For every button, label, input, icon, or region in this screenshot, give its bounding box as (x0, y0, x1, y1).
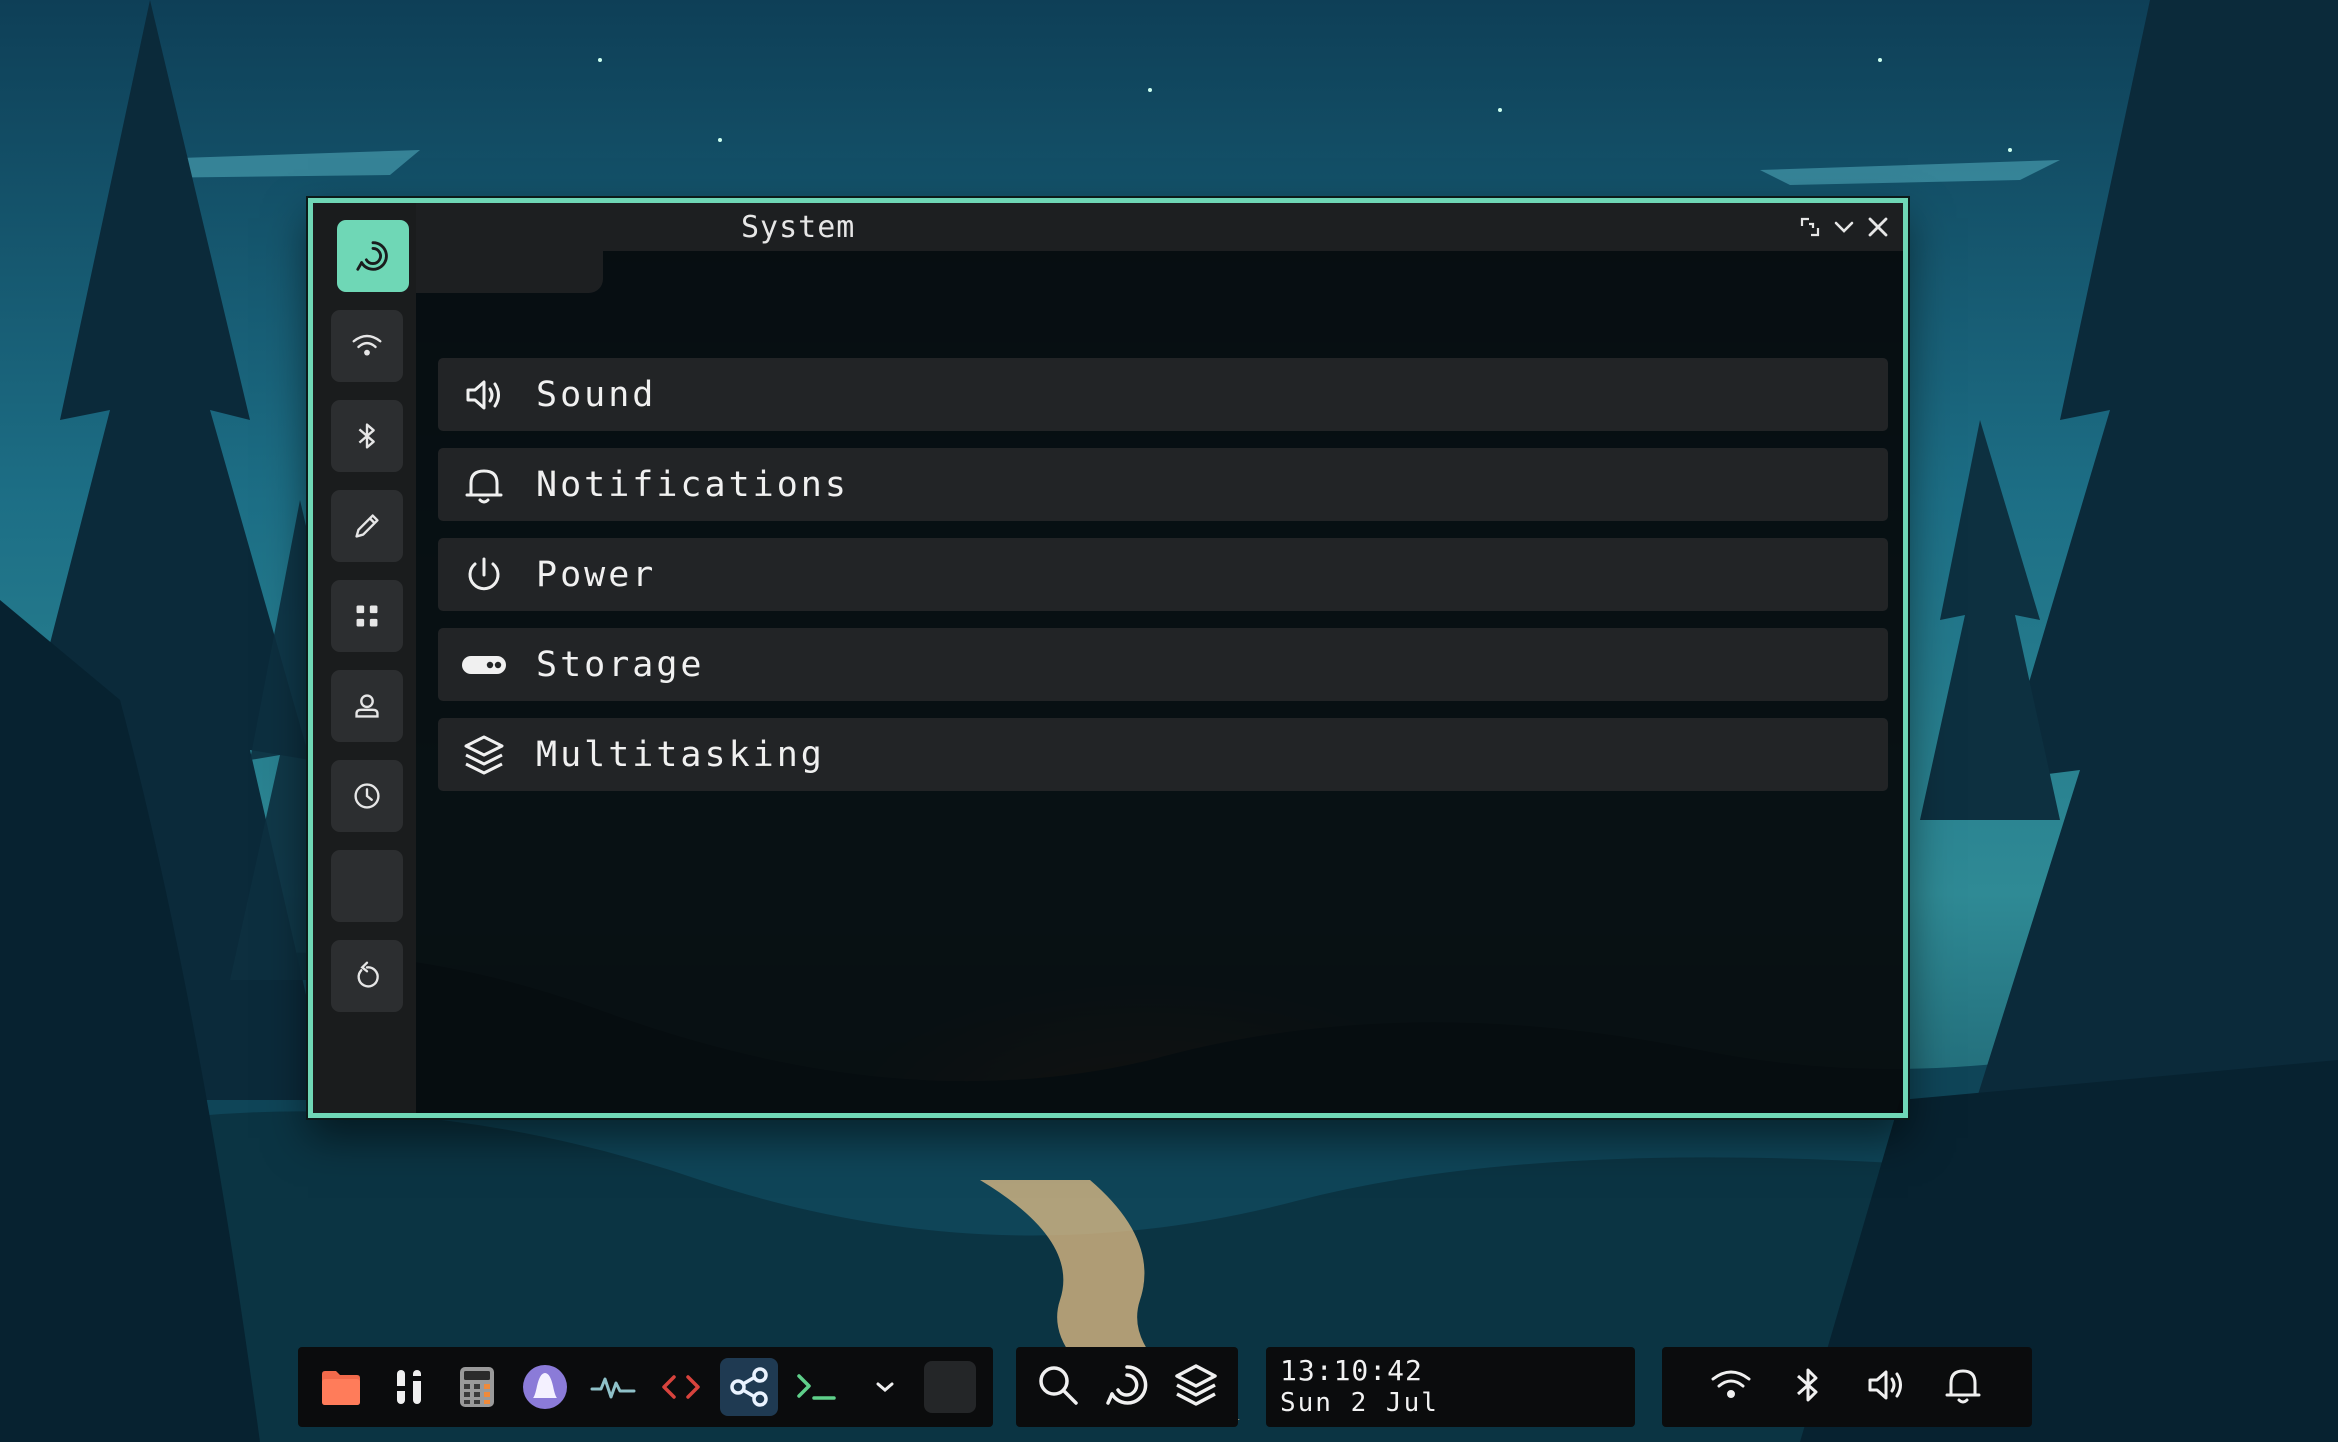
bell-icon (454, 455, 514, 515)
activity-icon (590, 1377, 636, 1399)
wifi-icon (1711, 1370, 1751, 1398)
restore-icon (1800, 217, 1820, 237)
settings-item-multitasking[interactable]: Multitasking (438, 718, 1888, 791)
title-tab (416, 251, 603, 293)
sidebar-item-datetime[interactable] (331, 760, 403, 832)
settings-item-label: Multitasking (536, 734, 825, 775)
share-icon (730, 1367, 768, 1407)
layers-icon (1174, 1364, 1217, 1406)
sidebar-item-blank[interactable] (331, 850, 403, 922)
dock-item-activity[interactable] (584, 1358, 642, 1416)
settings-item-sound[interactable]: Sound (438, 358, 1888, 431)
system-button[interactable] (1102, 1360, 1152, 1414)
dock-item-files[interactable] (312, 1358, 370, 1416)
sidebar-item-reset[interactable] (331, 940, 403, 1012)
dock-item-launcher[interactable] (516, 1358, 574, 1416)
sidebar-item-system[interactable] (337, 220, 409, 292)
settings-item-label: Sound (536, 374, 657, 415)
sidebar-item-wifi[interactable] (331, 310, 403, 382)
storage-icon (454, 635, 514, 695)
system-icon (1106, 1365, 1148, 1405)
sidebar-item-apps[interactable] (331, 580, 403, 652)
search-button[interactable] (1033, 1360, 1083, 1414)
tray-bluetooth[interactable] (1785, 1362, 1831, 1412)
user-icon (355, 694, 379, 718)
layers-icon (454, 725, 514, 785)
tray-volume[interactable] (1863, 1362, 1909, 1412)
search-icon (1039, 1366, 1079, 1405)
settings-item-power[interactable]: Power (438, 538, 1888, 611)
close-icon (1868, 217, 1888, 237)
bell-icon (1945, 1369, 1981, 1404)
files-icon (322, 1371, 360, 1405)
clock-time: 13:10:42 (1280, 1354, 1423, 1387)
code-icon (662, 1375, 700, 1399)
settings-sidebar (313, 203, 416, 1113)
sidebar-item-bluetooth[interactable] (331, 400, 403, 472)
minimize-button[interactable] (1829, 212, 1859, 242)
sidebar-item-users[interactable] (331, 670, 403, 742)
settings-item-label: Storage (536, 644, 705, 685)
settings-list: Sound Notifications Power Storage Multit… (438, 358, 1888, 808)
launcher-icon (523, 1365, 567, 1409)
terminal-icon (797, 1374, 836, 1400)
dock-item-share[interactable] (720, 1358, 778, 1416)
tray-wifi[interactable] (1708, 1362, 1754, 1412)
settings-item-label: Notifications (536, 464, 849, 505)
bluetooth-icon (1797, 1368, 1818, 1402)
system-icon (356, 241, 388, 271)
taskbar-clock[interactable]: 13:10:42 Sun 2 Jul (1266, 1347, 1635, 1427)
power-icon (454, 545, 514, 605)
window-title: System (741, 210, 856, 245)
dock-item-blank[interactable] (924, 1361, 976, 1413)
pencil-icon (355, 514, 379, 538)
wifi-icon (352, 334, 382, 356)
clock-date: Sun 2 Jul (1280, 1388, 1439, 1418)
bluetooth-icon (358, 423, 375, 449)
dock-item-code[interactable] (652, 1358, 710, 1416)
settings-item-notifications[interactable]: Notifications (438, 448, 1888, 521)
taskbar-dock (298, 1347, 993, 1427)
speaker-icon (1868, 1370, 1902, 1400)
speaker-icon (454, 365, 514, 425)
settings-window: System Sound Notifications Power Storage… (308, 198, 1908, 1118)
calculator-icon (460, 1367, 494, 1407)
clock-icon (354, 783, 380, 809)
chevron-down-icon (1834, 221, 1854, 233)
reset-icon (357, 961, 379, 988)
tray-notifications[interactable] (1940, 1362, 1986, 1412)
apps-grid-icon (356, 605, 378, 627)
chevron-down-icon (876, 1382, 894, 1392)
mixer-icon (394, 1370, 424, 1404)
dock-item-calculator[interactable] (448, 1358, 506, 1416)
taskbar-quick-actions (1016, 1347, 1238, 1427)
settings-item-storage[interactable]: Storage (438, 628, 1888, 701)
sidebar-item-personalize[interactable] (331, 490, 403, 562)
settings-item-label: Power (536, 554, 657, 595)
dock-item-mixer[interactable] (380, 1358, 438, 1416)
taskbar-tray (1662, 1347, 2032, 1427)
close-button[interactable] (1863, 212, 1893, 242)
restore-button[interactable] (1795, 212, 1825, 242)
dock-item-terminal[interactable] (788, 1358, 846, 1416)
window-titlebar[interactable]: System (416, 203, 1903, 251)
workspaces-button[interactable] (1171, 1360, 1221, 1414)
dock-item-more[interactable] (856, 1358, 914, 1416)
